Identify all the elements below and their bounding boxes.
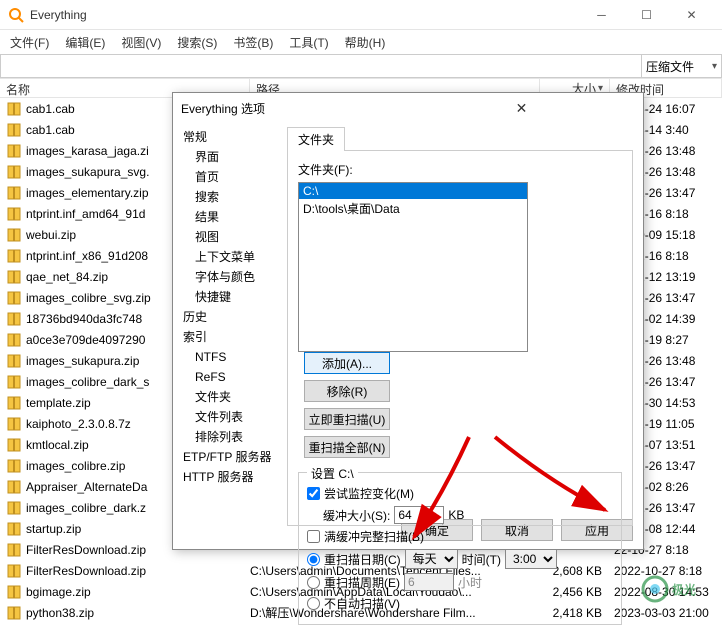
file-name: FilterResDownload.zip [26, 564, 250, 578]
nav-results[interactable]: 结果 [181, 207, 283, 227]
add-folder-button[interactable]: 添加(A)... [304, 352, 390, 374]
app-logo-icon [8, 7, 24, 23]
buffer-label: 缓冲大小(S): [323, 507, 390, 524]
menu-view[interactable]: 视图(V) [115, 32, 167, 53]
monitor-label: 尝试监控变化(M) [324, 485, 414, 502]
svg-text:极光: 极光 [672, 582, 696, 597]
nav-history[interactable]: 历史 [181, 307, 283, 327]
nav-index[interactable]: 索引 [181, 327, 283, 347]
maximize-button[interactable]: ☐ [624, 1, 669, 29]
fullscan-label: 满缓冲完整扫描(B) [324, 528, 424, 545]
nav-ui[interactable]: 界面 [181, 147, 283, 167]
nav-fonts[interactable]: 字体与颜色 [181, 267, 283, 287]
folders-label: 文件夹(F): [298, 161, 622, 178]
nav-home[interactable]: 首页 [181, 167, 283, 187]
nav-view[interactable]: 视图 [181, 227, 283, 247]
rescan-date-label: 重扫描日期(C) [324, 551, 401, 568]
rescan-date-radio[interactable] [307, 553, 320, 566]
menu-edit[interactable]: 编辑(E) [59, 32, 111, 53]
nav-exclude[interactable]: 排除列表 [181, 427, 283, 447]
titlebar: Everything ─ ☐ ✕ [0, 0, 722, 30]
menu-tools[interactable]: 工具(T) [283, 32, 334, 53]
no-auto-label: 不自动扫描(V) [324, 595, 400, 612]
watermark-icon: 极光 [640, 574, 710, 604]
nav-etp[interactable]: ETP/FTP 服务器 [181, 447, 283, 467]
nav-general[interactable]: 常规 [181, 127, 283, 147]
settings-legend: 设置 C:\ [307, 465, 358, 482]
options-dialog: Everything 选项 ✕ 常规 界面 首页 搜索 结果 视图 上下文菜单 … [172, 92, 644, 550]
window-title: Everything [30, 8, 579, 22]
dialog-title: Everything 选项 [181, 100, 408, 117]
folder-settings-group: 设置 C:\ 尝试监控变化(M) 缓冲大小(S): KB 满缓冲完整扫描(B) [298, 472, 622, 625]
nav-http[interactable]: HTTP 服务器 [181, 467, 283, 487]
period-unit: 小时 [458, 574, 482, 591]
tab-folders[interactable]: 文件夹 [287, 127, 345, 151]
file-date: 2023-03-03 21:00 [610, 606, 722, 620]
search-input[interactable] [0, 54, 642, 78]
remove-folder-button[interactable]: 移除(R) [304, 380, 390, 402]
folder-item-selected[interactable]: C:\ [299, 183, 527, 199]
minimize-button[interactable]: ─ [579, 1, 624, 29]
folder-listbox[interactable]: C:\ D:\tools\桌面\Data [298, 182, 528, 352]
menubar: 文件(F) 编辑(E) 视图(V) 搜索(S) 书签(B) 工具(T) 帮助(H… [0, 30, 722, 54]
menu-file[interactable]: 文件(F) [4, 32, 55, 53]
close-button[interactable]: ✕ [669, 1, 714, 29]
no-auto-radio[interactable] [307, 597, 320, 610]
chevron-down-icon: ▾ [712, 61, 717, 72]
rescan-now-button[interactable]: 立即重扫描(U) [304, 408, 390, 430]
rescan-freq-select[interactable]: 每天 [405, 549, 458, 569]
file-name: python38.zip [26, 606, 250, 620]
filter-combo-label: 压缩文件 [646, 58, 694, 75]
rescan-all-button[interactable]: 重扫描全部(N) [304, 436, 390, 458]
menu-search[interactable]: 搜索(S) [171, 32, 223, 53]
menu-help[interactable]: 帮助(H) [339, 32, 392, 53]
dialog-titlebar[interactable]: Everything 选项 ✕ [173, 93, 643, 123]
nav-search[interactable]: 搜索 [181, 187, 283, 207]
period-input [404, 573, 454, 591]
filter-combo[interactable]: 压缩文件 ▾ [642, 54, 722, 78]
time-select[interactable]: 3:00 [505, 549, 557, 569]
nav-ntfs[interactable]: NTFS [181, 347, 283, 367]
buffer-unit: KB [448, 508, 464, 522]
file-name: bgimage.zip [26, 585, 250, 599]
nav-keys[interactable]: 快捷键 [181, 287, 283, 307]
nav-filelists[interactable]: 文件列表 [181, 407, 283, 427]
rescan-period-label: 重扫描周期(E) [324, 574, 400, 591]
nav-refs[interactable]: ReFS [181, 367, 283, 387]
monitor-checkbox[interactable] [307, 487, 320, 500]
nav-folders[interactable]: 文件夹 [181, 387, 283, 407]
nav-context[interactable]: 上下文菜单 [181, 247, 283, 267]
time-label: 时间(T) [462, 551, 501, 568]
folder-item[interactable]: D:\tools\桌面\Data [299, 199, 527, 218]
fullscan-checkbox[interactable] [307, 530, 320, 543]
menu-bookmarks[interactable]: 书签(B) [227, 32, 279, 53]
dialog-close-button[interactable]: ✕ [408, 100, 635, 117]
buffer-input[interactable] [394, 506, 444, 524]
dialog-nav-tree[interactable]: 常规 界面 首页 搜索 结果 视图 上下文菜单 字体与颜色 快捷键 历史 索引 … [173, 123, 283, 513]
rescan-period-radio[interactable] [307, 576, 320, 589]
